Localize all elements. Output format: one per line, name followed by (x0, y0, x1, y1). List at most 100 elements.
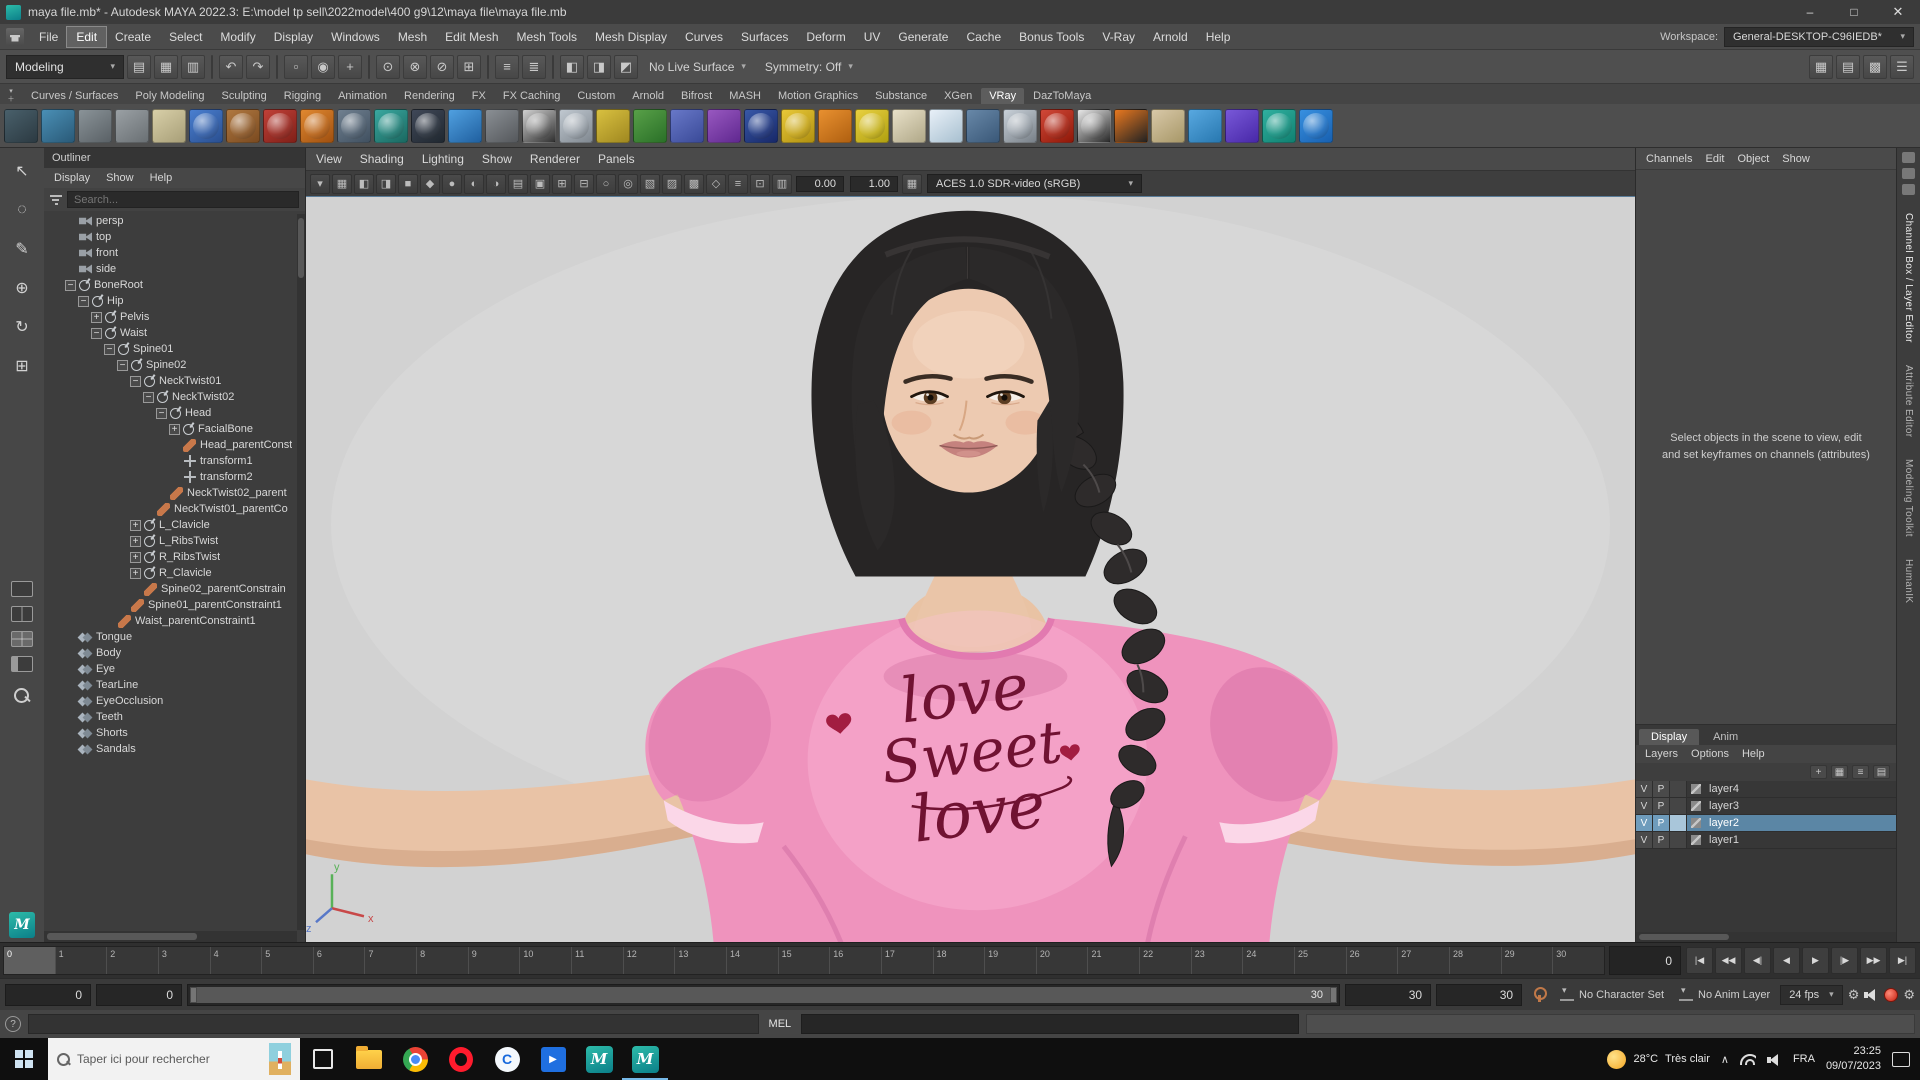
shelf-icon[interactable] (448, 108, 482, 143)
shelf-icon[interactable] (633, 108, 667, 143)
shelf-tab[interactable]: DazToMaya (1025, 88, 1099, 104)
frame-tick[interactable]: 19 (984, 947, 1036, 974)
outliner-node[interactable]: Pelvis (44, 309, 305, 325)
frame-tick[interactable]: 9 (467, 947, 520, 974)
taskbar-app-button[interactable] (392, 1038, 438, 1080)
tool-icon[interactable]: ◌ (7, 195, 37, 225)
color-management-icon[interactable]: ▦ (902, 173, 922, 194)
toolbar-icon[interactable]: ⊞ (457, 54, 481, 79)
outliner-node[interactable]: transform1 (44, 453, 305, 469)
toolbar-icon[interactable]: + (338, 54, 362, 79)
taskbar-app-button[interactable]: ▶ (530, 1038, 576, 1080)
shelf-icon[interactable] (263, 108, 297, 143)
expand-toggle-icon[interactable] (156, 488, 167, 499)
layer-visibility-toggle[interactable]: V (1636, 781, 1653, 797)
frame-tick[interactable]: 2 (106, 947, 158, 974)
viewport-toolbar-icon[interactable]: ◆ (420, 173, 440, 194)
layer-editor-menu-item[interactable]: Help (1742, 748, 1765, 760)
mute-icon[interactable] (1864, 988, 1879, 1001)
layer-color-swatch[interactable] (1687, 784, 1705, 794)
menu-item[interactable]: Select (160, 27, 211, 47)
viewport-toolbar-icon[interactable]: ▧ (640, 173, 660, 194)
layout-two-pane-icon[interactable] (11, 605, 33, 622)
shelf-icon[interactable] (152, 108, 186, 143)
expand-toggle-icon[interactable] (130, 519, 141, 531)
shelf-tab[interactable]: Custom (569, 88, 623, 104)
outliner-node[interactable]: Eye (44, 661, 305, 677)
colorspace-dropdown[interactable]: ACES 1.0 SDR-video (sRGB) ▾ (927, 174, 1142, 193)
start-button[interactable] (0, 1038, 48, 1080)
frame-tick[interactable]: 7 (364, 947, 416, 974)
shelf-icon[interactable] (4, 108, 38, 143)
outliner-node[interactable]: Sandals (44, 741, 305, 757)
viewport-toolbar-icon[interactable]: ◎ (618, 173, 638, 194)
outliner-node[interactable]: NeckTwist02_parent (44, 485, 305, 501)
shelf-tab[interactable]: Animation (330, 88, 395, 104)
viewport-toolbar-icon[interactable]: ▥ (772, 173, 792, 194)
outliner-node[interactable]: L_Clavicle (44, 517, 305, 533)
shelf-icon[interactable] (337, 108, 371, 143)
shelf-icon[interactable] (115, 108, 149, 143)
expand-toggle-icon[interactable] (169, 423, 180, 435)
layer-playback-toggle[interactable]: P (1653, 798, 1670, 814)
shelf-icon[interactable] (596, 108, 630, 143)
shelf-tab[interactable]: Sculpting (214, 88, 275, 104)
frame-tick[interactable]: 12 (622, 947, 675, 974)
shelf-icon[interactable] (411, 108, 445, 143)
shelf-tab[interactable]: Substance (867, 88, 935, 104)
magnifier-icon[interactable] (13, 687, 31, 705)
viewport-toolbar-icon[interactable]: ▨ (662, 173, 682, 194)
viewport-toolbar-icon[interactable]: ■ (398, 173, 418, 194)
frame-tick[interactable]: 18 (932, 947, 985, 974)
outliner-node[interactable]: Teeth (44, 709, 305, 725)
layer-action-icon[interactable]: + (1810, 765, 1827, 779)
shelf-tab[interactable]: Curves / Surfaces (23, 88, 126, 104)
shelf-icon[interactable] (78, 108, 112, 143)
layer-playback-toggle[interactable]: P (1653, 815, 1670, 831)
menu-item[interactable]: Mesh Tools (508, 27, 586, 47)
layout-four-pane-icon[interactable] (11, 630, 33, 647)
layer-playback-toggle[interactable]: P (1653, 781, 1670, 797)
shelf-tab[interactable]: Rigging (276, 88, 329, 104)
viewport-toolbar-icon[interactable]: ▣ (530, 173, 550, 194)
frame-tick[interactable]: 8 (416, 947, 468, 974)
layer-row[interactable]: V P layer3 (1636, 798, 1896, 815)
frame-tick[interactable]: 20 (1035, 947, 1088, 974)
menu-item[interactable]: Cache (957, 27, 1010, 47)
frame-tick[interactable]: 29 (1500, 947, 1553, 974)
frame-tick[interactable]: 24 (1242, 947, 1294, 974)
toolbar-icon[interactable] (552, 54, 554, 79)
layer-color-swatch[interactable] (1687, 818, 1705, 828)
shelf-icon[interactable] (781, 108, 815, 143)
outliner-hscrollbar[interactable] (44, 931, 297, 942)
outliner-node[interactable]: NeckTwist02 (44, 389, 305, 405)
layer-editor-menu-item[interactable]: Layers (1645, 748, 1678, 760)
viewport-toolbar-icon[interactable]: ⊞ (552, 173, 572, 194)
toolbar-icon[interactable]: ▥ (181, 54, 205, 79)
frame-tick[interactable]: 1 (54, 947, 107, 974)
expand-toggle-icon[interactable] (65, 696, 76, 707)
tool-icon[interactable]: ↻ (7, 312, 37, 342)
shelf-tab[interactable]: XGen (936, 88, 980, 104)
shelf-icon[interactable] (1040, 108, 1074, 143)
shelf-icon[interactable] (818, 108, 852, 143)
outliner-node[interactable]: TearLine (44, 677, 305, 693)
toolbar-icon[interactable]: ↶ (219, 54, 243, 79)
menu-item[interactable]: Edit (66, 25, 108, 48)
viewport-menu-item[interactable]: Lighting (422, 152, 464, 166)
layer-editor-menu-item[interactable]: Options (1691, 748, 1729, 760)
menu-item[interactable]: UV (855, 27, 890, 47)
toolbar-icon[interactable]: ▫ (284, 54, 308, 79)
layer-row[interactable]: V P layer4 (1636, 781, 1896, 798)
viewport-menu-item[interactable]: Show (482, 152, 512, 166)
clock[interactable]: 23:25 09/07/2023 (1826, 1044, 1881, 1074)
close-button[interactable]: ✕ (1876, 0, 1920, 24)
shelf-icon[interactable] (1225, 108, 1259, 143)
viewport-toolbar-icon[interactable]: ▩ (684, 173, 704, 194)
layer-playback-toggle[interactable]: P (1653, 832, 1670, 848)
menu-item[interactable]: Bonus Tools (1010, 27, 1093, 47)
shelf-icon[interactable] (929, 108, 963, 143)
menu-item[interactable]: Help (1197, 27, 1240, 47)
outliner-vscrollbar[interactable] (297, 214, 305, 930)
expand-toggle-icon[interactable] (65, 632, 76, 643)
